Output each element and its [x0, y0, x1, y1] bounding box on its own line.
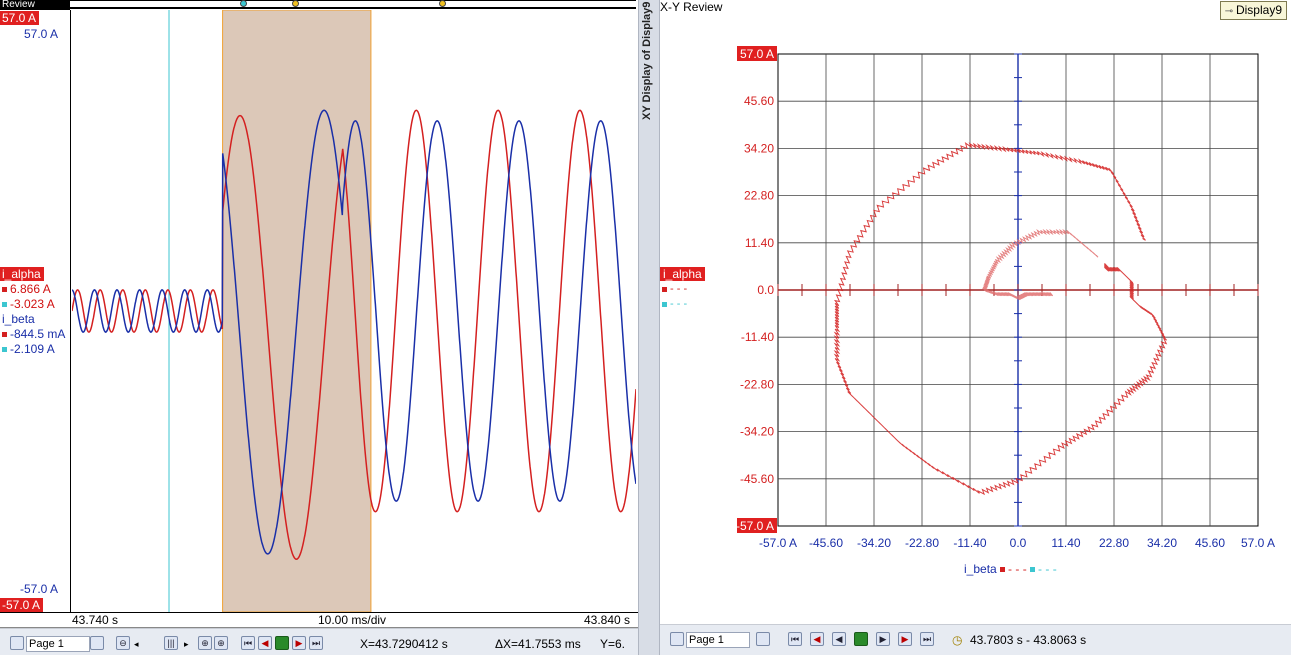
xy-page-selector[interactable]: Page 1: [686, 632, 750, 648]
x-tick-label: 34.20: [1147, 536, 1177, 550]
time-review-panel: Review 57.0 A 57.0 A i_alpha 6.866 A -3.…: [0, 0, 638, 655]
beta-marker-icon: [2, 332, 7, 338]
y-tick-label: 34.20: [744, 141, 774, 155]
x-tick-label: -22.80: [905, 536, 939, 550]
first-icon[interactable]: ⏮: [241, 636, 255, 650]
xy-plot[interactable]: -57.0 A -57.0 A -45.60 -45.60 -34.20 -34.20 -2…: [660, 0, 1291, 624]
y-tick-label: 11.40: [745, 236, 774, 250]
review-tab[interactable]: Review: [0, 0, 70, 10]
beta-value-1-text: -844.5 mA: [10, 327, 66, 341]
review-toolbar: Page 1 ⊖ ◂ ||| ▸ ⊕ ⊕ ⏮ ◀ ▶ ⏭ X=43.729041…: [0, 628, 638, 655]
zoom-out-icon[interactable]: ⊖: [116, 636, 130, 650]
beta-value-2: -2.109 A: [2, 342, 55, 356]
cursor-marker-right[interactable]: [439, 0, 446, 7]
dx-readout: ΔX=41.7553 ms: [495, 637, 581, 651]
zoom-fit-icon[interactable]: ⊕: [214, 636, 228, 650]
y-tick-label: 0.0: [757, 283, 774, 297]
alpha-value-2: -3.023 A: [2, 297, 55, 311]
y-tick-label: -57.0 A: [736, 519, 774, 533]
x-tick-label: -57.0 A: [759, 536, 797, 550]
time-division: 10.00 ms/div: [318, 613, 387, 627]
beta-cursor-icon: [2, 347, 7, 353]
y-tick-label: -22.80: [740, 377, 774, 391]
scale-bottom-blue: -57.0 A: [20, 582, 59, 596]
y-tick-label: -34.20: [740, 425, 774, 439]
x-tick-label: 45.60: [1195, 536, 1225, 550]
scroll-thumb[interactable]: |||: [164, 636, 178, 650]
scale-top-red: 57.0 A: [0, 11, 40, 25]
alpha-marker-icon: [2, 287, 7, 293]
x-tick-label: -34.20: [857, 536, 891, 550]
channel-axis-panel: 57.0 A 57.0 A i_alpha 6.866 A -3.023 A i…: [0, 10, 71, 612]
time-start: 43.740 s: [72, 613, 119, 627]
x-legend-red-dash: - - -: [1008, 562, 1027, 576]
cursor-marker-left[interactable]: [292, 0, 299, 7]
xy-page-next-icon[interactable]: [756, 632, 770, 646]
xy-page-icon[interactable]: [670, 632, 684, 646]
xy-display-label: XY Display of Display9 ': [641, 0, 653, 120]
cursor-track[interactable]: [70, 0, 636, 9]
xy-step-back-icon[interactable]: ◀: [832, 632, 846, 646]
y-tick-label: -45.60: [740, 472, 774, 486]
scale-bottom-red: -57.0 A: [0, 598, 44, 612]
channel-label-beta[interactable]: i_beta: [2, 312, 35, 326]
page-icon[interactable]: [10, 636, 24, 650]
x-legend-cyan-dash: - - -: [1038, 562, 1057, 576]
scroll-left-icon[interactable]: ◂: [134, 637, 139, 651]
xy-first-icon[interactable]: ⏮: [788, 632, 802, 646]
step-forward-icon[interactable]: ▶: [292, 636, 306, 650]
time-end: 43.840 s: [584, 613, 631, 627]
y-tick-label: 57.0 A: [740, 47, 774, 61]
xy-range-readout: 43.7803 s - 43.8063 s: [970, 633, 1087, 647]
scroll-right-icon[interactable]: ▸: [184, 637, 189, 651]
x-readout: X=43.7290412 s: [360, 637, 448, 651]
x-tick-label: 0.0: [1010, 536, 1027, 550]
x-tick-label: 11.40: [1051, 536, 1080, 550]
clock-icon: ◷: [952, 633, 963, 647]
y-tick-label: 45.60: [744, 94, 774, 108]
y-tick-label: -11.40: [741, 330, 774, 344]
beta-value-2-text: -2.109 A: [10, 342, 55, 356]
xy-forward-icon[interactable]: ▶: [898, 632, 912, 646]
selection-region[interactable]: [222, 10, 372, 612]
channel-label-alpha[interactable]: i_alpha: [0, 267, 44, 281]
x-legend-cyan-icon: [1030, 567, 1036, 573]
panel-splitter[interactable]: XY Display of Display9 ': [638, 0, 660, 655]
alpha-cursor-icon: [2, 302, 7, 308]
scale-top-blue: 57.0 A: [24, 27, 59, 41]
page-selector[interactable]: Page 1: [26, 636, 90, 652]
time-axis-row: 43.740 s 10.00 ms/div 43.840 s: [0, 612, 638, 628]
x-legend-label: i_beta: [964, 562, 997, 576]
xy-step-forward-icon[interactable]: ▶: [876, 632, 890, 646]
xy-stop-icon[interactable]: [854, 632, 868, 646]
x-tick-label: 22.80: [1099, 536, 1129, 550]
x-tick-label: -11.40: [953, 536, 986, 550]
y-tick-label: 22.80: [744, 189, 774, 203]
alpha-value-1-text: 6.866 A: [10, 282, 51, 296]
xy-toolbar: Page 1 ⏮ ◀ ◀ ▶ ▶ ⏭ ◷ 43.7803 s - 43.8063…: [660, 624, 1291, 655]
time-waveform-plot[interactable]: [72, 10, 636, 612]
y-readout: Y=6.: [600, 637, 626, 651]
alpha-value-2-text: -3.023 A: [10, 297, 55, 311]
beta-value-1: -844.5 mA: [2, 327, 65, 341]
xy-back-icon[interactable]: ◀: [810, 632, 824, 646]
x-tick-label: -45.60: [809, 536, 843, 550]
stop-icon[interactable]: [275, 636, 289, 650]
xy-review-panel: X-Y Review ⊸ Display9 i_alpha - - - - - …: [660, 0, 1291, 655]
xy-last-icon[interactable]: ⏭: [920, 632, 934, 646]
last-icon[interactable]: ⏭: [309, 636, 323, 650]
alpha-value-1: 6.866 A: [2, 282, 51, 296]
zoom-in-icon[interactable]: ⊕: [198, 636, 212, 650]
x-axis-legend: i_beta - - - - - -: [964, 562, 1057, 576]
x-tick-label: 57.0 A: [1241, 536, 1275, 550]
page-next-icon[interactable]: [90, 636, 104, 650]
cursor-marker-cyan[interactable]: [240, 0, 247, 7]
x-legend-red-icon: [1000, 567, 1006, 573]
step-back-icon[interactable]: ◀: [258, 636, 272, 650]
